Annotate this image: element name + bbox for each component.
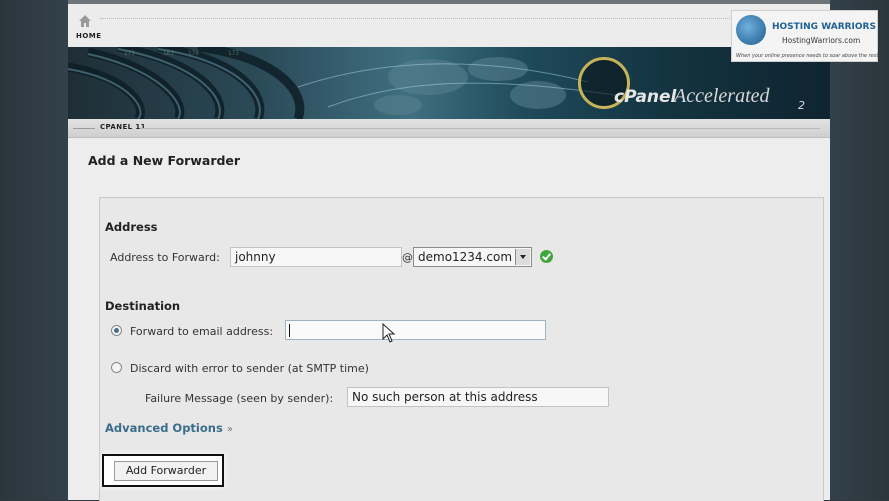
- version-text: 2: [798, 99, 805, 112]
- mouse-cursor-icon: [382, 323, 396, 343]
- forward-email-label: Forward to email address:: [130, 325, 274, 338]
- watermark-title: HOSTING WARRIORS: [772, 22, 876, 32]
- nav-divider: [100, 18, 750, 19]
- advanced-options-link[interactable]: Advanced Options »: [105, 421, 233, 435]
- domain-select[interactable]: demo1234.com: [413, 247, 532, 267]
- discard-label: Discard with error to sender (at SMTP ti…: [130, 362, 369, 375]
- home-icon[interactable]: [78, 14, 92, 28]
- chevron-down-icon[interactable]: [515, 249, 530, 265]
- at-sign: @: [402, 251, 413, 264]
- discard-radio[interactable]: [111, 362, 122, 373]
- cpanel-page: HOME 173 163 170 173 cPanel Accelerated …: [68, 0, 830, 501]
- svg-text:163: 163: [163, 50, 174, 57]
- left-backdrop: [0, 0, 68, 500]
- add-forwarder-highlight: Add Forwarder: [102, 454, 224, 487]
- home-link[interactable]: HOME: [76, 32, 102, 40]
- address-heading: Address: [105, 220, 158, 234]
- cpanel-logo: cPanel Accelerated 2: [578, 57, 818, 113]
- address-to-forward-input[interactable]: johnny: [230, 247, 402, 267]
- right-backdrop: [830, 0, 889, 500]
- address-to-forward-label: Address to Forward:: [110, 251, 220, 264]
- valid-check-icon: [540, 250, 553, 263]
- forward-email-radio[interactable]: [111, 325, 122, 336]
- advanced-options-label: Advanced Options: [105, 421, 223, 435]
- breadcrumb-cpanel[interactable]: CPANEL 11: [100, 123, 146, 131]
- svg-text:173: 173: [228, 50, 239, 57]
- text-caret: [289, 324, 290, 337]
- add-forwarder-button[interactable]: Add Forwarder: [114, 461, 218, 481]
- globe-icon: [736, 15, 766, 45]
- breadcrumb-divider: [140, 128, 820, 129]
- watermark-url: HostingWarriors.com: [782, 36, 861, 45]
- breadcrumb-divider: [73, 128, 95, 129]
- breadcrumb: CPANEL 11: [68, 119, 830, 138]
- watermark-tagline: When your online presence needs to soar …: [736, 53, 881, 59]
- double-chevron-right-icon: »: [226, 424, 233, 435]
- failure-message-label: Failure Message (seen by sender):: [145, 392, 334, 405]
- page-title: Add a New Forwarder: [88, 153, 241, 168]
- top-nav: HOME: [68, 0, 830, 47]
- failure-message-input[interactable]: No such person at this address: [347, 387, 609, 407]
- accelerated-text: Accelerated: [674, 85, 770, 107]
- destination-heading: Destination: [105, 299, 181, 313]
- cpanel-banner: 173 163 170 173 cPanel Accelerated 2: [68, 47, 830, 119]
- svg-text:173: 173: [124, 50, 135, 57]
- hosting-warriors-watermark: HOSTING WARRIORS HostingWarriors.com Whe…: [731, 10, 881, 62]
- forward-email-input[interactable]: [285, 320, 546, 340]
- svg-text:170: 170: [188, 50, 199, 57]
- domain-select-value: demo1234.com: [418, 250, 513, 264]
- cpanel-logo-text: cPanel: [614, 87, 677, 107]
